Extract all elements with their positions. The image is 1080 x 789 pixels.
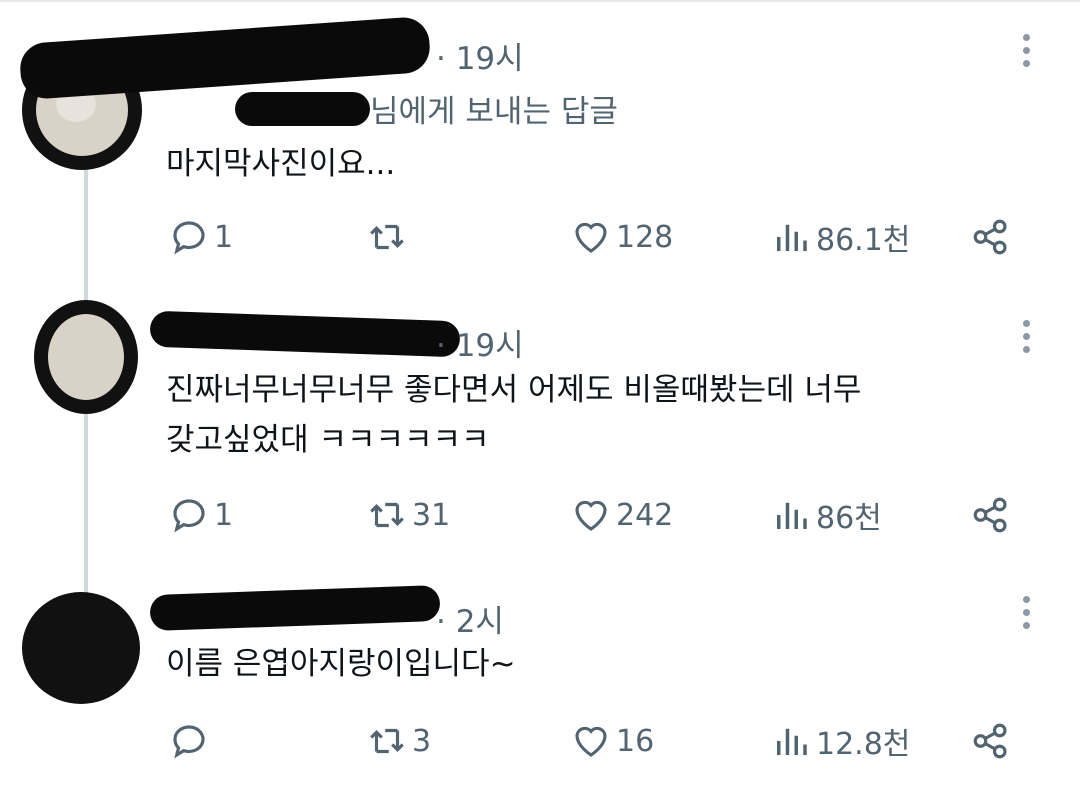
like-count: 242 [616, 497, 674, 533]
tweet-actions: 1 31 242 86천 [0, 490, 1080, 540]
views-button[interactable]: 12.8천 [770, 716, 910, 766]
views-icon [777, 502, 807, 529]
share-button[interactable] [970, 490, 1012, 540]
avatar-scribble [72, 332, 118, 384]
tweet-actions: 3 16 12.8천 [0, 716, 1080, 766]
reply-button[interactable] [168, 716, 214, 766]
heart-icon [575, 500, 607, 531]
share-icon [973, 219, 1007, 255]
heart-icon [575, 726, 607, 757]
retweet-icon [370, 502, 404, 528]
tweet-text-line: 진짜너무너무너무 좋다면서 어제도 비올때봤는데 너무 [166, 372, 862, 408]
share-icon [973, 723, 1007, 759]
heart-icon [575, 222, 607, 253]
like-count: 16 [616, 723, 655, 759]
views-count: 12.8천 [816, 727, 911, 762]
retweet-count: 31 [412, 497, 451, 533]
avatar[interactable] [22, 592, 140, 704]
tweet-time[interactable]: · 2시 [436, 596, 504, 641]
tweet-text-line: 갖고싶었대 ㅋㅋㅋㅋㅋㅋ [166, 422, 490, 458]
tweet-actions: 1 128 86.1천 [0, 212, 1080, 262]
tweet-text-line: 이름 은엽아지랑이입니다~ [166, 646, 516, 682]
more-icon[interactable] [1016, 596, 1036, 636]
avatar[interactable] [34, 300, 138, 414]
tweet-time[interactable]: · 19시 [436, 320, 524, 365]
views-icon [777, 224, 807, 251]
like-button[interactable]: 242 [570, 490, 673, 540]
top-divider [0, 0, 1080, 2]
tweet-time[interactable]: · 19시 [436, 33, 524, 78]
views-button[interactable]: 86.1천 [770, 212, 910, 262]
views-icon [777, 728, 807, 755]
more-icon[interactable] [1016, 34, 1036, 74]
retweet-icon [370, 728, 404, 754]
views-count: 86천 [816, 501, 882, 536]
share-button[interactable] [970, 212, 1012, 262]
like-count: 128 [616, 219, 674, 255]
redacted-username [149, 310, 461, 358]
share-button[interactable] [970, 716, 1012, 766]
reply-button[interactable]: 1 [168, 490, 233, 540]
retweet-button[interactable]: 31 [366, 490, 450, 540]
redacted-username [149, 584, 441, 632]
like-button[interactable]: 128 [570, 212, 673, 262]
tweet-text-line: 마지막사진이요... [166, 146, 396, 182]
reply-icon [173, 221, 205, 255]
like-button[interactable]: 16 [570, 716, 654, 766]
retweet-button[interactable]: 3 [366, 716, 431, 766]
more-icon[interactable] [1016, 320, 1036, 360]
reply-count: 1 [214, 497, 234, 533]
reply-count: 1 [214, 219, 234, 255]
reply-icon [173, 499, 205, 533]
share-icon [973, 497, 1007, 533]
retweet-icon [370, 224, 404, 250]
reply-to-label: 님에게 보내는 답글 [370, 94, 618, 130]
reply-button[interactable]: 1 [168, 212, 233, 262]
reply-icon [173, 725, 205, 759]
views-count: 86.1천 [816, 223, 911, 258]
retweet-count: 3 [412, 723, 432, 759]
retweet-button[interactable] [366, 212, 412, 262]
views-button[interactable]: 86천 [770, 490, 882, 540]
redacted-reply-handle [235, 92, 370, 126]
